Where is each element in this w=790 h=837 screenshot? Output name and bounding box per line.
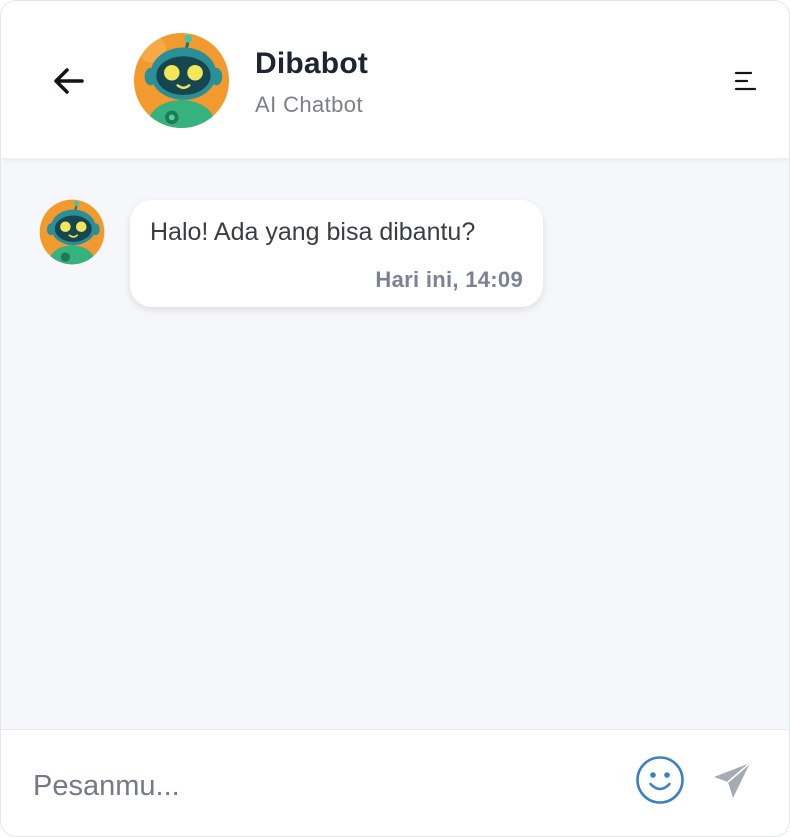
chat-header: Dibabot AI Chatbot — [1, 1, 789, 158]
smiley-icon — [636, 756, 684, 804]
message-text: Halo! Ada yang bisa dibantu? — [150, 218, 476, 246]
message-bubble: Halo! Ada yang bisa dibantu? Hari ini, 1… — [130, 200, 543, 307]
robot-avatar-icon — [39, 199, 105, 265]
arrow-left-icon — [54, 68, 84, 94]
bot-avatar — [133, 32, 230, 129]
robot-avatar-icon — [133, 32, 230, 129]
header-title-block: Dibabot AI Chatbot — [255, 45, 368, 119]
message-list[interactable]: Halo! Ada yang bisa dibantu? Hari ini, 1… — [1, 158, 789, 729]
emoji-button[interactable] — [635, 755, 685, 805]
message-composer — [1, 729, 789, 836]
chat-window: Dibabot AI Chatbot Halo! Ada yang bisa d… — [0, 0, 790, 837]
bot-name: Dibabot — [255, 47, 369, 80]
back-button[interactable] — [49, 61, 89, 101]
menu-lines-icon — [734, 71, 757, 91]
send-button[interactable] — [711, 760, 753, 802]
message-input[interactable] — [31, 760, 605, 812]
menu-button[interactable] — [727, 63, 763, 99]
bot-subtitle: AI Chatbot — [255, 92, 363, 117]
paper-plane-icon — [714, 762, 751, 798]
message-timestamp: Hari ini, 14:09 — [375, 267, 523, 292]
message-avatar — [39, 199, 105, 265]
